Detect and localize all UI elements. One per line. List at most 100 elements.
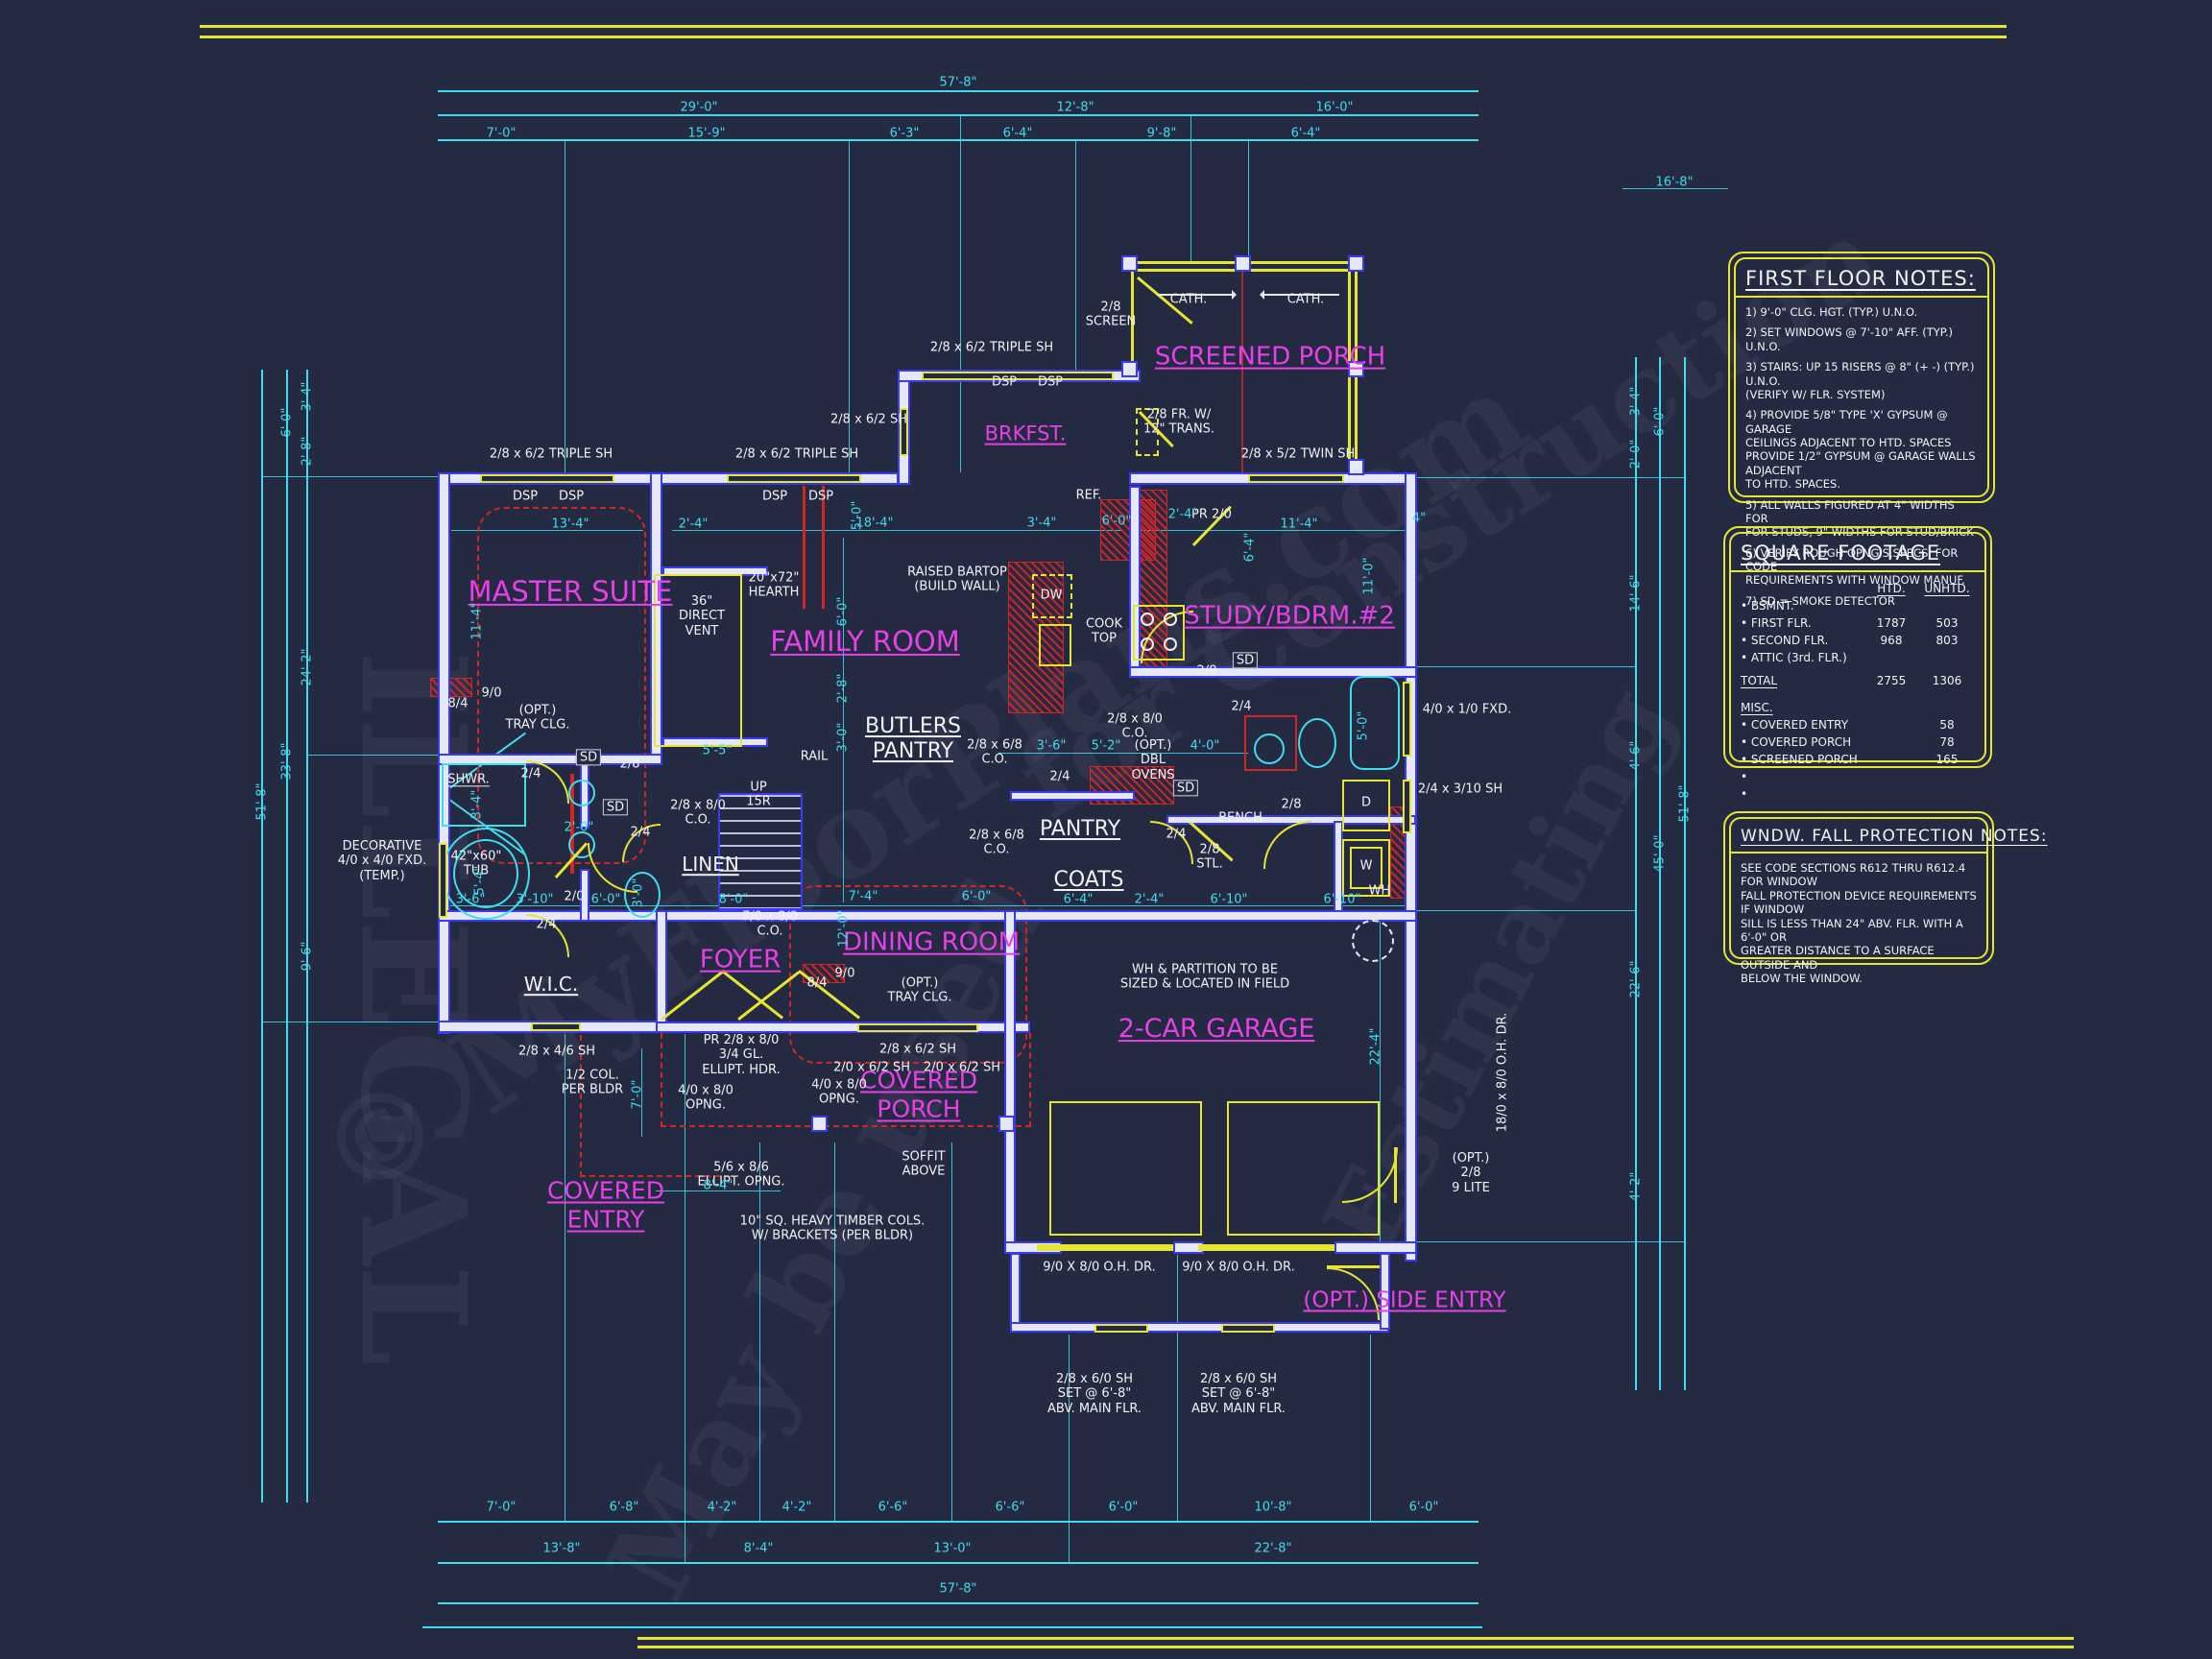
window-twin-study xyxy=(1248,474,1344,483)
window-fall-protection-body: SEE CODE SECTIONS R612 THRU R612.4 FOR W… xyxy=(1741,861,1977,985)
annotation-label: 2/8 x 6/0 SH SET @ 6'-8" ABV. MAIN FLR. xyxy=(1047,1372,1142,1416)
window-decorative-fixed xyxy=(439,843,447,918)
dim: 13'-0" xyxy=(933,1541,971,1555)
plan-geometry xyxy=(834,1142,835,1521)
wall xyxy=(1010,1253,1021,1330)
annotation-label: (OPT.) 2/8 9 LITE xyxy=(1452,1151,1490,1195)
annotation-label: 2/0 xyxy=(565,889,585,903)
porch-column xyxy=(811,1116,828,1132)
annotation-label: 2/8 x 6/2 SH xyxy=(830,412,907,426)
square-footage-misc-label: MISC. xyxy=(1741,699,1975,716)
dim: 6'-6" xyxy=(996,1500,1025,1514)
cell xyxy=(1863,716,1919,733)
annotation-label: 20"x72" HEARTH xyxy=(749,571,800,601)
dim: 11'-0" xyxy=(1361,557,1376,594)
dim: 13'-8" xyxy=(542,1541,580,1555)
annotation-label: PR 2/8 x 8/0 3/4 GL. ELLIPT. HDR. xyxy=(702,1033,781,1077)
dim: 4'-2" xyxy=(1628,1172,1643,1202)
dim: 5'-0" xyxy=(850,501,864,531)
sink xyxy=(1254,733,1285,764)
cell: • SECOND FLR. xyxy=(1741,632,1863,649)
dim: 4'-2" xyxy=(782,1500,812,1514)
dim: 8'-0" xyxy=(719,892,749,906)
annotation-label: 2/8 x 5/2 TWIN SH xyxy=(1241,446,1355,461)
dim: 6'-0" xyxy=(591,892,621,906)
annotation-label: SOFFIT ABOVE xyxy=(902,1150,945,1180)
dim: 12'-8" xyxy=(1056,100,1094,114)
annotation-label: DSP xyxy=(1038,374,1063,389)
room-label-covered-entry: COVERED ENTRY xyxy=(547,1177,664,1234)
dim: 4'-2" xyxy=(708,1500,737,1514)
annotation-label: WH & PARTITION TO BE SIZED & LOCATED IN … xyxy=(1120,963,1289,993)
dim: 2'-4" xyxy=(1135,892,1165,906)
annotation-label: 8/4 xyxy=(448,696,469,710)
dim: 4'-6" xyxy=(1628,741,1643,771)
cell: • SCREENED PORCH xyxy=(1741,751,1863,768)
cell xyxy=(1919,768,1975,785)
first-floor-notes-box: FIRST FLOOR NOTES: 1) 9'-0" CLG. HGT. (T… xyxy=(1728,252,1995,503)
dim: 11'-4" xyxy=(469,602,484,639)
annotation-label: DSP xyxy=(513,489,538,503)
note-item: 4) PROVIDE 5/8" TYPE 'X' GYPSUM @ GARAGE… xyxy=(1745,408,1978,491)
dim: 2'-8" xyxy=(835,674,850,704)
dim: 6'-8" xyxy=(610,1500,639,1514)
sheet-border-bottom-cyan xyxy=(422,1626,1482,1628)
dim: 22'-6" xyxy=(1628,960,1643,998)
first-floor-notes-title: FIRST FLOOR NOTES: xyxy=(1745,267,1978,290)
toilet xyxy=(1298,718,1336,768)
wall xyxy=(1004,910,1016,1253)
room-label-foyer: FOYER xyxy=(700,946,781,975)
dim: 12'-0" xyxy=(836,909,851,947)
porch-column xyxy=(1121,255,1138,272)
cell xyxy=(1863,751,1919,768)
dim: 22'-8" xyxy=(1254,1541,1291,1555)
dim: 2'-4" xyxy=(679,517,709,531)
annotation-label: W xyxy=(1360,858,1373,873)
dim: 9'-6" xyxy=(300,942,314,972)
plan-geometry xyxy=(1190,114,1191,261)
dim: 6'-0" xyxy=(1409,1500,1439,1514)
window-dining-group xyxy=(857,1023,978,1032)
room-label-shower: SHWR. xyxy=(447,772,490,786)
dim: 6'-10" xyxy=(1323,892,1360,906)
room-label-screened-porch: SCREENED PORCH xyxy=(1155,343,1385,373)
garage-door-header xyxy=(1037,1244,1173,1251)
room-label-side-entry: (OPT.) SIDE ENTRY xyxy=(1303,1287,1505,1313)
wall xyxy=(1405,472,1417,1262)
plan-geometry xyxy=(1659,357,1661,1390)
plan-geometry xyxy=(1417,666,1636,667)
smoke-detector: SD xyxy=(1233,652,1258,668)
annotation-label: RAISED BARTOP (BUILD WALL) xyxy=(907,565,1007,595)
dim: 33'-8" xyxy=(279,742,294,780)
dim: 7'-0" xyxy=(630,1080,644,1110)
dim: 51'-8" xyxy=(1677,784,1692,822)
dim: 3'-0" xyxy=(835,723,850,753)
annotation-label: DECORATIVE 4/0 x 4/0 FXD. (TEMP.) xyxy=(338,839,426,883)
annotation-label: 2/4 xyxy=(631,825,651,839)
annotation-label: WH xyxy=(1369,883,1391,898)
cell: • ATTIC (3rd. FLR.) xyxy=(1741,649,1863,666)
dim: 3'-0" xyxy=(631,878,645,908)
dim: 5'-5" xyxy=(703,743,733,757)
dim: 3'-4" xyxy=(1628,387,1643,417)
dim: 9'-8" xyxy=(1147,126,1177,140)
dim: 24'-2" xyxy=(300,648,314,685)
cell: • xyxy=(1741,785,1863,803)
plan-geometry xyxy=(759,1142,760,1521)
note-item: 1) 9'-0" CLG. HGT. (TYP.) U.N.O. xyxy=(1745,305,1978,319)
plan-geometry xyxy=(438,1602,1479,1604)
col-htd: HTD. xyxy=(1863,580,1919,597)
room-label-wic: W.I.C. xyxy=(524,974,578,997)
cell xyxy=(1919,785,1975,803)
annotation-label: 2/8 x 6/2 TRIPLE SH xyxy=(930,340,1053,354)
dim: 7'-0" xyxy=(487,126,517,140)
dim: 51'-8" xyxy=(254,782,269,820)
window-fixed xyxy=(1403,682,1411,757)
kitchen-sink-cabinet xyxy=(1039,624,1071,666)
annotation-label: RAIL xyxy=(801,749,828,763)
annotation-label: 2/4 xyxy=(1232,699,1252,713)
annotation-label: 4/0 x 8/0 OPNG. xyxy=(678,1084,733,1114)
plan-geometry xyxy=(261,476,438,477)
plan-geometry xyxy=(1141,530,1405,531)
dim: 5'-2" xyxy=(1092,738,1121,753)
